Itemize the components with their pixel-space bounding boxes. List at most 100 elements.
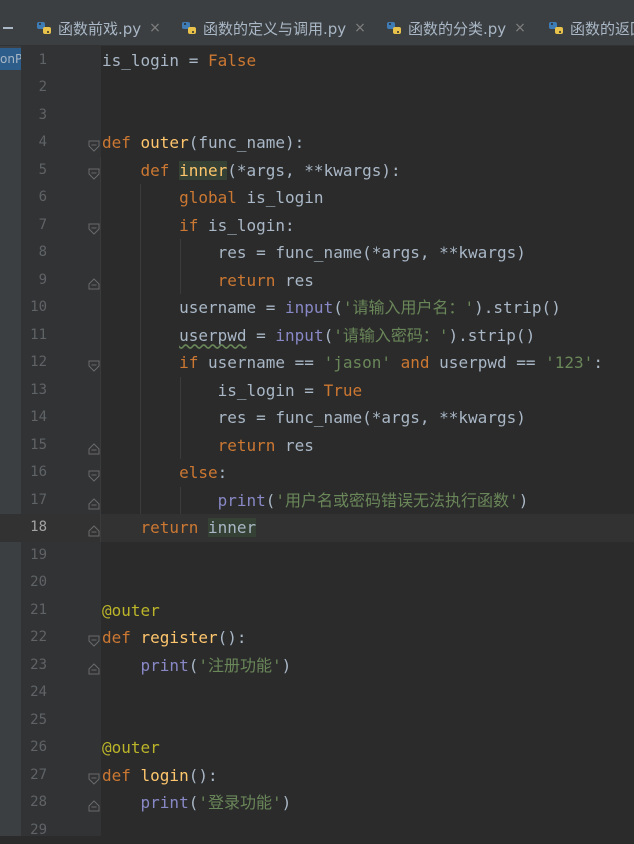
code-token: userpwd ==: [439, 353, 545, 372]
editor-tab[interactable]: 函数的返回: [548, 15, 634, 41]
fold-collapse-icon[interactable]: [88, 220, 100, 232]
code-token: register: [141, 628, 218, 647]
code-line[interactable]: 19: [0, 542, 634, 570]
code-token: def: [102, 628, 141, 647]
indent-guide: [180, 239, 181, 294]
code-token: (: [324, 326, 334, 345]
code-text: res = func_name(*args, **kwargs): [102, 404, 526, 432]
code-token: else: [179, 463, 218, 482]
fold-end-icon[interactable]: [88, 275, 100, 287]
code-token: (*args, **kwargs):: [227, 161, 400, 180]
code-token: username ==: [208, 353, 324, 372]
line-number: 28: [21, 789, 47, 817]
tool-window-toggle[interactable]: [0, 0, 22, 46]
code-token: return: [218, 271, 285, 290]
fold-end-icon[interactable]: [88, 495, 100, 507]
fold-end-icon[interactable]: [88, 522, 100, 534]
code-token: @outer: [102, 738, 160, 757]
line-number: 10: [21, 294, 47, 322]
code-token: ): [282, 656, 292, 675]
code-line[interactable]: 14 res = func_name(*args, **kwargs): [0, 404, 634, 432]
line-number: 9: [21, 267, 47, 295]
code-text: print('注册功能'): [102, 652, 291, 680]
code-line[interactable]: 20: [0, 569, 634, 597]
line-number: 4: [21, 129, 47, 157]
code-line[interactable]: 6 global is_login: [0, 184, 634, 212]
fold-end-icon[interactable]: [88, 440, 100, 452]
code-token: inner: [208, 518, 256, 537]
line-number: 18: [21, 514, 47, 542]
line-number: 20: [21, 569, 47, 597]
code-token: def: [102, 766, 141, 785]
indent-guide: [100, 157, 101, 542]
code-token: if: [179, 216, 208, 235]
code-token: is_login:: [208, 216, 295, 235]
editor-tab[interactable]: 函数的定义与调用.py×: [181, 15, 366, 41]
line-number: 7: [21, 212, 47, 240]
code-token: and: [391, 353, 439, 372]
code-token: res = func_name(*args, **kwargs): [102, 243, 526, 262]
editor-tab-bar: 函数前戏.py× 函数的定义与调用.py× 函数的分类.py× 函数的返回: [0, 0, 634, 46]
code-line[interactable]: 1is_login = False: [0, 47, 634, 75]
code-token: def: [141, 161, 180, 180]
indent-guide: [140, 184, 141, 514]
code-text: is_login = False: [102, 47, 256, 75]
line-number: 27: [21, 762, 47, 790]
code-token: (func_name):: [189, 133, 305, 152]
line-number: 22: [21, 624, 47, 652]
close-tab-icon[interactable]: ×: [354, 20, 366, 36]
close-tab-icon[interactable]: ×: [514, 20, 526, 36]
editor-tab[interactable]: 函数前戏.py×: [36, 15, 161, 41]
code-token: [102, 161, 141, 180]
fold-collapse-icon[interactable]: [88, 137, 100, 149]
fold-collapse-icon[interactable]: [88, 357, 100, 369]
code-text: def outer(func_name):: [102, 129, 304, 157]
code-line[interactable]: 21@outer: [0, 597, 634, 625]
code-token: :: [593, 353, 603, 372]
code-token: ).strip(): [474, 298, 561, 317]
fold-collapse-icon[interactable]: [88, 770, 100, 782]
line-number: 14: [21, 404, 47, 432]
fold-end-icon[interactable]: [88, 660, 100, 672]
code-token: res: [285, 271, 314, 290]
code-line[interactable]: 11 userpwd = input('请输入密码：').strip(): [0, 322, 634, 350]
code-token: =: [247, 326, 276, 345]
code-token: '用户名或密码错误无法执行函数': [275, 491, 518, 510]
code-token: [102, 518, 141, 537]
code-token: [102, 271, 218, 290]
code-token: return: [218, 436, 285, 455]
code-line[interactable]: 26 @outer: [0, 734, 634, 762]
code-line[interactable]: 10 username = input('请输入用户名：').strip(): [0, 294, 634, 322]
code-line[interactable]: 3: [0, 102, 634, 130]
code-token: inner: [179, 161, 227, 180]
code-text: if username == 'jason' and userpwd == '1…: [102, 349, 603, 377]
fold-collapse-icon[interactable]: [88, 165, 100, 177]
code-line[interactable]: 2: [0, 74, 634, 102]
fold-end-icon[interactable]: [88, 797, 100, 809]
line-number: 26: [21, 734, 47, 762]
code-token: '123': [545, 353, 593, 372]
editor-tab[interactable]: 函数的分类.py×: [386, 15, 526, 41]
code-text: return inner: [102, 514, 256, 542]
line-number: 11: [21, 322, 47, 350]
code-token: 'jason': [324, 353, 391, 372]
python-file-icon: [181, 20, 197, 36]
code-token: ): [519, 491, 529, 510]
line-number: 25: [21, 707, 47, 735]
code-line[interactable]: 24: [0, 679, 634, 707]
code-token: res = func_name(*args, **kwargs): [102, 408, 526, 427]
code-line[interactable]: 13 is_login = True: [0, 377, 634, 405]
close-tab-icon[interactable]: ×: [149, 20, 161, 36]
code-text: global is_login: [102, 184, 324, 212]
code-token: is_login: [247, 188, 324, 207]
code-line[interactable]: 25: [0, 707, 634, 735]
code-token: ():: [189, 766, 218, 785]
indent-guide: [180, 377, 181, 460]
fold-collapse-icon[interactable]: [88, 632, 100, 644]
code-line[interactable]: 8 res = func_name(*args, **kwargs): [0, 239, 634, 267]
indent-guide: [180, 487, 181, 515]
fold-collapse-icon[interactable]: [88, 467, 100, 479]
code-line[interactable]: 29: [0, 817, 634, 844]
line-number: 8: [21, 239, 47, 267]
line-number: 2: [21, 74, 47, 102]
